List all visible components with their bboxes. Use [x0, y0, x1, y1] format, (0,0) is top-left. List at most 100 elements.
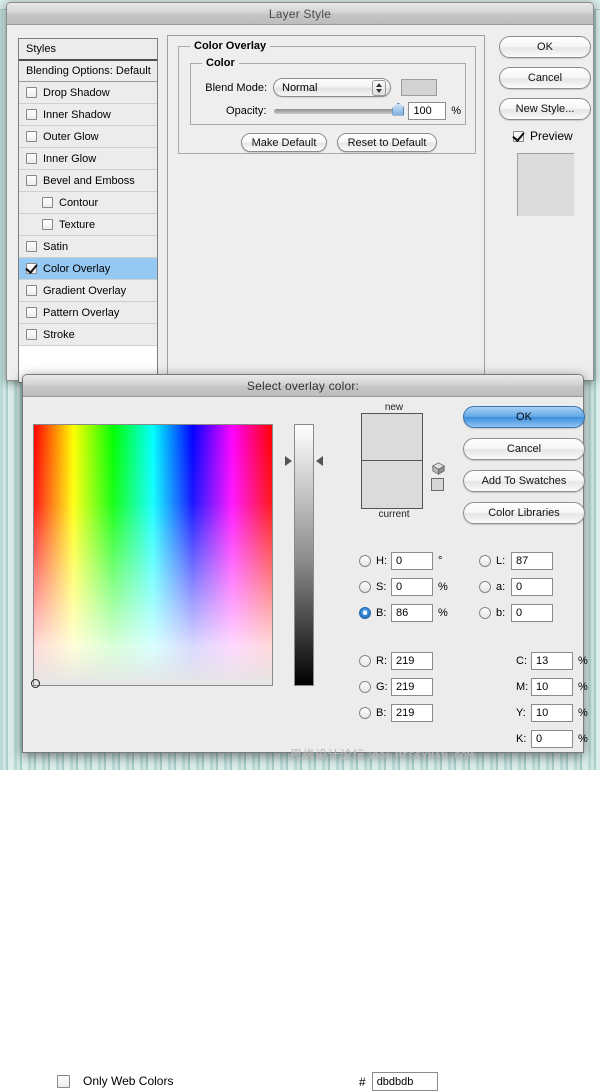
layer-style-ok-button[interactable]: OK [499, 36, 591, 58]
color-group: Color Blend Mode: Normal Opacity: [190, 63, 466, 125]
hue-saturation-field[interactable] [33, 424, 273, 686]
style-row-pattern-overlay[interactable]: Pattern Overlay [19, 302, 157, 324]
field-value: 87 [516, 555, 528, 567]
radio-h[interactable] [359, 555, 371, 567]
style-checkbox[interactable] [42, 219, 53, 230]
color-preview-block: new current [361, 402, 427, 520]
radio-b[interactable] [359, 707, 371, 719]
field-unit: % [578, 681, 588, 693]
radio-b[interactable] [359, 607, 371, 619]
field-row-m: M:10% [499, 674, 588, 700]
field-input-c[interactable]: 13 [531, 652, 573, 670]
radio-r[interactable] [359, 655, 371, 667]
current-color-swatch[interactable] [361, 461, 423, 509]
opacity-slider[interactable] [274, 109, 399, 114]
style-row-texture[interactable]: Texture [19, 214, 157, 236]
style-row-contour[interactable]: Contour [19, 192, 157, 214]
overlay-color-swatch[interactable] [401, 79, 437, 96]
radio-s[interactable] [359, 581, 371, 593]
field-value: 13 [536, 655, 548, 667]
color-picker-title: Select overlay color: [247, 379, 359, 393]
field-key: B: [376, 607, 391, 619]
field-input-a[interactable]: 0 [511, 578, 553, 596]
color-picker-titlebar[interactable]: Select overlay color: [23, 375, 583, 397]
style-checkbox[interactable] [26, 87, 37, 98]
field-input-k[interactable]: 0 [531, 730, 573, 748]
style-checkbox[interactable] [26, 307, 37, 318]
layer-style-cancel-button[interactable]: Cancel [499, 67, 591, 89]
blend-mode-label: Blend Mode: [189, 82, 267, 94]
field-input-b[interactable]: 219 [391, 704, 433, 722]
only-web-colors-checkbox[interactable] [57, 1075, 70, 1088]
opacity-label: Opacity: [189, 105, 266, 117]
color-libraries-button[interactable]: Color Libraries [463, 502, 585, 524]
preview-row[interactable]: Preview [513, 129, 591, 143]
brightness-slider-right-arrow-icon[interactable] [316, 456, 323, 466]
field-input-m[interactable]: 10 [531, 678, 573, 696]
style-row-inner-glow[interactable]: Inner Glow [19, 148, 157, 170]
layer-style-button-column: OK Cancel New Style... Preview [499, 36, 591, 216]
field-input-h[interactable]: 0 [391, 552, 433, 570]
only-web-colors-row[interactable]: Only Web Colors [57, 1074, 173, 1088]
style-checkbox[interactable] [26, 153, 37, 164]
preview-swatch [517, 153, 574, 216]
blend-mode-select[interactable]: Normal [273, 78, 391, 97]
color-picker-ok-button[interactable]: OK [463, 406, 585, 428]
styles-list-header: Styles [19, 39, 157, 61]
radio-l[interactable] [479, 555, 491, 567]
style-checkbox[interactable] [26, 285, 37, 296]
style-row-drop-shadow[interactable]: Drop Shadow [19, 82, 157, 104]
color-field-marker-icon[interactable] [31, 679, 40, 688]
blending-options-row[interactable]: Blending Options: Default [19, 61, 157, 82]
web-safe-color-warning-icon[interactable] [431, 478, 444, 491]
brightness-slider-left-arrow-icon[interactable] [285, 456, 292, 466]
preview-checkbox[interactable] [513, 131, 524, 142]
style-checkbox[interactable] [26, 263, 37, 274]
radio-g[interactable] [359, 681, 371, 693]
field-input-r[interactable]: 219 [391, 652, 433, 670]
style-checkbox[interactable] [42, 197, 53, 208]
field-input-y[interactable]: 10 [531, 704, 573, 722]
style-row-bevel-and-emboss[interactable]: Bevel and Emboss [19, 170, 157, 192]
field-key: K: [516, 733, 531, 745]
field-input-s[interactable]: 0 [391, 578, 433, 596]
field-input-l[interactable]: 87 [511, 552, 553, 570]
style-row-color-overlay[interactable]: Color Overlay [19, 258, 157, 280]
field-input-b[interactable]: 0 [511, 604, 553, 622]
style-row-label: Gradient Overlay [43, 285, 126, 297]
color-value-fields: H:0°S:0%B:86%L:87a:0b:0 R:219G:219B:219C… [359, 548, 589, 752]
layer-style-titlebar[interactable]: Layer Style [7, 3, 593, 25]
hex-input[interactable]: dbdbdb [372, 1072, 438, 1091]
color-picker-cancel-button[interactable]: Cancel [463, 438, 585, 460]
style-checkbox[interactable] [26, 131, 37, 142]
blend-mode-stepper-icon[interactable] [372, 80, 386, 96]
radio-a[interactable] [479, 581, 491, 593]
new-color-label: new [361, 402, 427, 413]
style-row-inner-shadow[interactable]: Inner Shadow [19, 104, 157, 126]
make-default-button[interactable]: Make Default [241, 133, 327, 152]
field-input-g[interactable]: 219 [391, 678, 433, 696]
field-value: 219 [396, 655, 414, 667]
opacity-slider-thumb[interactable] [392, 103, 404, 116]
field-value: 0 [396, 555, 402, 567]
out-of-gamut-warning-icon[interactable] [432, 462, 445, 475]
style-checkbox[interactable] [26, 329, 37, 340]
radio-b[interactable] [479, 607, 491, 619]
reset-to-default-button[interactable]: Reset to Default [337, 133, 437, 152]
style-row-gradient-overlay[interactable]: Gradient Overlay [19, 280, 157, 302]
style-checkbox[interactable] [26, 175, 37, 186]
style-row-stroke[interactable]: Stroke [19, 324, 157, 346]
field-value: 10 [536, 707, 548, 719]
brightness-slider[interactable] [294, 424, 314, 686]
field-row-s: S:0% [359, 574, 448, 600]
field-input-b[interactable]: 86 [391, 604, 433, 622]
style-checkbox[interactable] [26, 241, 37, 252]
style-row-outer-glow[interactable]: Outer Glow [19, 126, 157, 148]
style-row-satin[interactable]: Satin [19, 236, 157, 258]
add-to-swatches-button[interactable]: Add To Swatches [463, 470, 585, 492]
opacity-input[interactable]: 100 [408, 102, 446, 120]
style-row-label: Texture [59, 219, 95, 231]
styles-list[interactable]: Styles Blending Options: Default Drop Sh… [18, 38, 158, 383]
style-checkbox[interactable] [26, 109, 37, 120]
new-style-button[interactable]: New Style... [499, 98, 591, 120]
